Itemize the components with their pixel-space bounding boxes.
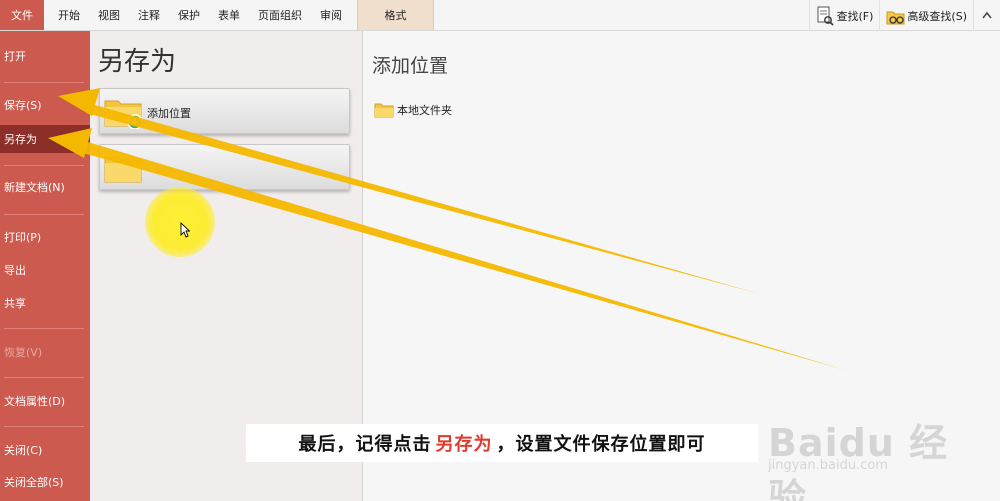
ribbon-tabbar: 文件 开始 视图 注释 保护 表单 页面组织 审阅 格式 查找(F) 高级查找(…: [0, 0, 1000, 31]
nav-document-properties[interactable]: 文档属性(D): [0, 387, 90, 415]
tab-file[interactable]: 文件: [0, 0, 44, 30]
location-title: 添加位置: [372, 55, 449, 77]
local-folder-label: 本地文件夹: [397, 104, 452, 117]
find-button[interactable]: 查找(F): [808, 0, 880, 31]
advanced-find-button[interactable]: 高级查找(S): [879, 0, 973, 31]
nav-save-as[interactable]: 另存为: [0, 125, 90, 153]
nav-new-document[interactable]: 新建文档(N): [0, 173, 90, 201]
panel-title: 另存为: [98, 47, 177, 77]
baidu-watermark: Baidu 经验 jingyan.baidu.com: [768, 392, 968, 501]
tab-start[interactable]: 开始: [44, 0, 89, 30]
recent-location-button[interactable]: [99, 144, 350, 190]
nav-close[interactable]: 关闭(C): [0, 436, 90, 464]
add-folder-icon: [103, 95, 145, 130]
tab-form[interactable]: 表单: [209, 0, 249, 30]
add-location-label: 添加位置: [147, 107, 191, 120]
nav-export[interactable]: 导出: [0, 256, 90, 284]
tab-page-organize[interactable]: 页面组织: [249, 0, 311, 30]
nav-restore: 恢复(V): [4, 346, 43, 359]
collapse-ribbon-button[interactable]: [973, 0, 1000, 31]
caption-highlight: 另存为: [435, 434, 493, 455]
nav-divider: [4, 165, 84, 166]
watermark-logo-text: Baidu 经验: [768, 421, 949, 501]
nav-open[interactable]: 打开: [0, 42, 90, 70]
nav-share[interactable]: 共享: [0, 289, 90, 317]
tab-protect[interactable]: 保护: [169, 0, 209, 30]
caption-text-before: 最后，记得点击: [298, 434, 432, 455]
tab-format[interactable]: 格式: [357, 0, 434, 30]
folder-icon: [374, 102, 394, 118]
local-folder-item[interactable]: 本地文件夹: [374, 102, 452, 118]
watermark-url: jingyan.baidu.com: [768, 458, 888, 473]
chevron-up-icon: [982, 9, 992, 22]
nav-divider: [4, 328, 84, 329]
nav-divider: [4, 426, 84, 427]
nav-close-all[interactable]: 关闭全部(S): [0, 468, 90, 496]
find-label: 查找(F): [836, 9, 874, 23]
add-location-button[interactable]: 添加位置: [99, 88, 350, 134]
tab-annotate[interactable]: 注释: [129, 0, 169, 30]
folder-icon: [103, 151, 145, 185]
nav-divider: [4, 82, 84, 83]
nav-save[interactable]: 保存(S): [0, 91, 90, 119]
advanced-find-icon: [886, 6, 905, 26]
file-menu-sidebar: 打开 保存(S) 另存为 新建文档(N) 打印(P) 导出 共享 恢复(V) 文…: [0, 31, 90, 501]
advanced-find-label: 高级查找(S): [907, 9, 967, 23]
nav-print[interactable]: 打印(P): [0, 223, 90, 251]
find-document-icon: [816, 6, 834, 26]
tab-view[interactable]: 视图: [89, 0, 129, 30]
tutorial-caption: 最后，记得点击 另存为 ，设置文件保存位置即可: [246, 424, 758, 462]
nav-divider: [4, 214, 84, 215]
nav-divider: [4, 377, 84, 378]
mouse-cursor-icon: [180, 221, 191, 238]
caption-text-after: ，设置文件保存位置即可: [496, 434, 706, 455]
tab-review[interactable]: 审阅: [311, 0, 351, 30]
